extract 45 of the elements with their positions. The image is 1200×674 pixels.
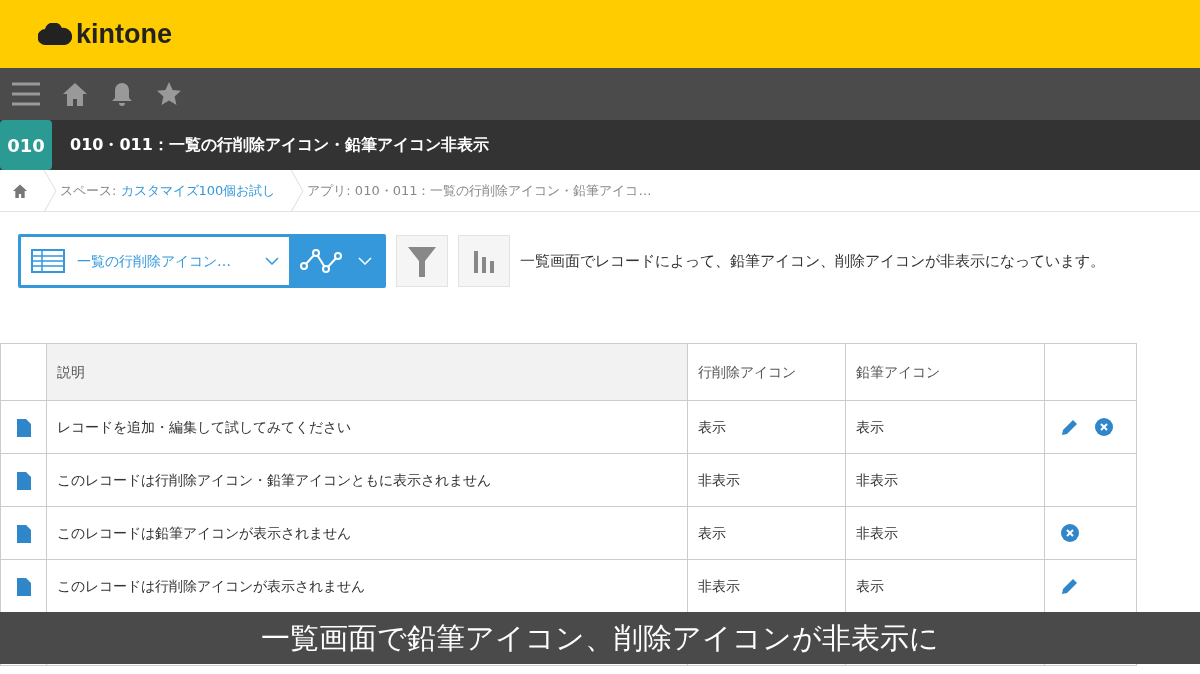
pencil-icon[interactable] xyxy=(1060,577,1079,595)
caret-icon xyxy=(265,257,279,265)
column-header[interactable]: 行削除アイコン xyxy=(687,343,846,401)
view-name: 一覧の行削除アイコン… xyxy=(77,251,232,271)
graph-icon xyxy=(300,248,344,274)
table-cell: 非表示 xyxy=(855,524,898,541)
column-header[interactable]: 説明 xyxy=(46,343,688,401)
breadcrumb-item[interactable]: アプリ: 010・011：一覧の行削除アイコン・鉛筆アイコ… xyxy=(307,180,652,201)
table-cell: このレコードは鉛筆アイコンが表示されません xyxy=(57,524,352,541)
table-cell: このレコードは行削除アイコンが表示されません xyxy=(57,577,366,594)
document-icon[interactable] xyxy=(16,524,31,543)
table-icon xyxy=(31,249,65,273)
star-icon[interactable] xyxy=(156,82,182,106)
delete-icon[interactable] xyxy=(1094,418,1113,436)
table-cell: 非表示 xyxy=(697,471,740,488)
column-header[interactable]: 鉛筆アイコン xyxy=(845,343,1045,401)
document-icon[interactable] xyxy=(16,471,31,490)
table-cell: 表示 xyxy=(855,418,884,435)
pencil-icon[interactable] xyxy=(1060,418,1079,436)
logo-text: kintone xyxy=(76,17,172,51)
table-cell: 非表示 xyxy=(697,577,740,594)
filter-icon xyxy=(408,245,436,277)
table-cell: このレコードは行削除アイコン・鉛筆アイコンともに表示されません xyxy=(57,471,492,488)
cloud-icon xyxy=(38,23,72,45)
filter-button[interactable] xyxy=(396,235,448,287)
table-cell: 表示 xyxy=(697,524,726,541)
app-icon: 010 xyxy=(0,120,52,170)
document-icon[interactable] xyxy=(16,577,31,596)
chart-button[interactable] xyxy=(458,235,510,287)
app-title: 010・011：一覧の行削除アイコン・鉛筆アイコン非表示 xyxy=(70,134,489,156)
document-icon[interactable] xyxy=(16,418,31,437)
home-icon[interactable] xyxy=(62,82,88,106)
table-cell: 表示 xyxy=(697,418,726,435)
table-cell: レコードを追加・編集して試してみてください xyxy=(57,418,352,435)
bar-chart-icon xyxy=(473,249,495,273)
view-description: 一覧画面でレコードによって、鉛筆アイコン、削除アイコンが非表示になっています。 xyxy=(520,250,1105,272)
delete-icon[interactable] xyxy=(1060,524,1079,542)
menu-icon[interactable] xyxy=(12,82,40,106)
caret-icon xyxy=(358,257,372,265)
subtitle-caption: 一覧画面で鉛筆アイコン、削除アイコンが非表示に xyxy=(0,612,1200,664)
breadcrumb-label: スペース: xyxy=(60,181,118,200)
table-cell: 表示 xyxy=(855,577,884,594)
bell-icon[interactable] xyxy=(110,82,134,106)
table-cell: 非表示 xyxy=(855,471,898,488)
home-icon[interactable] xyxy=(12,183,28,198)
